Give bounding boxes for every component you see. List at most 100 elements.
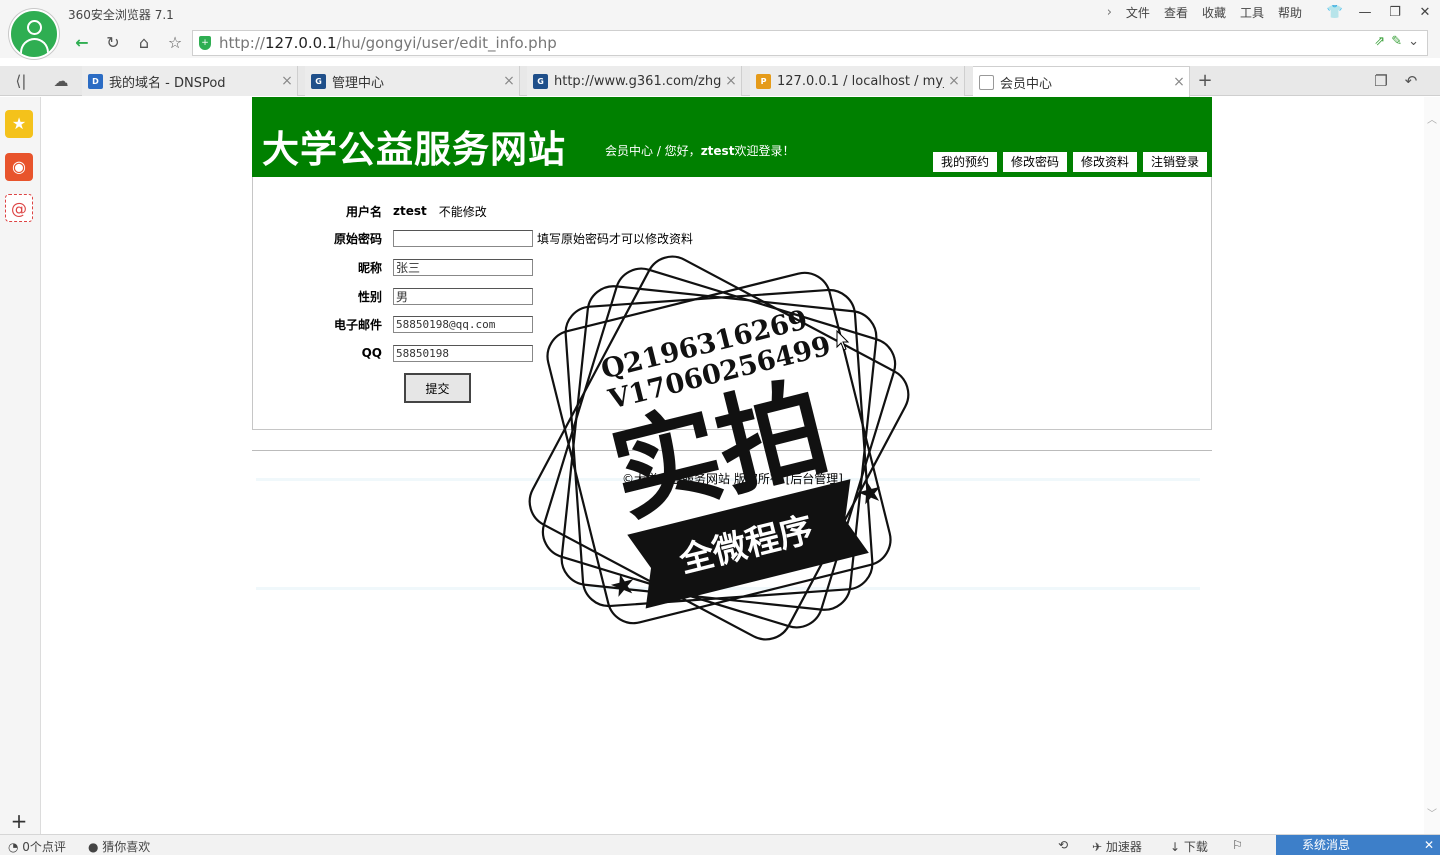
scroll-down-icon[interactable]: ﹀ bbox=[1424, 805, 1440, 820]
user-avatar-icon[interactable] bbox=[9, 9, 59, 59]
logout-link[interactable]: 注销登录 bbox=[1142, 152, 1207, 172]
gender-input[interactable] bbox=[393, 287, 533, 305]
tab-member-center[interactable]: 会员中心 × bbox=[973, 66, 1190, 97]
username-label: 用户名 bbox=[345, 204, 382, 219]
mail-icon[interactable]: @ bbox=[5, 194, 33, 222]
close-tab-icon[interactable]: × bbox=[277, 73, 297, 89]
site-header: 大学公益服务网站 会员中心 / 您好，ztest欢迎登录！ 我的预约 修改密码 … bbox=[252, 97, 1212, 177]
tab-label: 管理中心 bbox=[332, 75, 385, 91]
g361-icon: G bbox=[311, 73, 326, 89]
guess-you-like[interactable]: ● 猜你喜欢 bbox=[88, 838, 150, 855]
weibo-icon[interactable]: ◉ bbox=[5, 153, 33, 181]
close-tab-icon[interactable]: × bbox=[721, 73, 741, 89]
my-reservations-link[interactable]: 我的预约 bbox=[932, 152, 997, 172]
home-icon[interactable]: ⌂ bbox=[131, 31, 157, 55]
chevron-right-icon[interactable]: › bbox=[1107, 5, 1112, 20]
nickname-label: 昵称 bbox=[357, 260, 382, 275]
back-icon[interactable]: ← bbox=[69, 31, 95, 55]
navigation-bar: ← ↻ ⌂ ☆ + http://127.0.0.1/hu/gongyi/use… bbox=[0, 28, 1440, 58]
security-shield-icon: + bbox=[199, 36, 211, 50]
accelerator-button[interactable]: ✈ 加速器 bbox=[1092, 838, 1142, 855]
change-password-link[interactable]: 修改密码 bbox=[1002, 152, 1067, 172]
dnspod-icon: D bbox=[88, 73, 103, 89]
title-bar: 360安全浏览器 7.1 › 文件 查看 收藏 工具 帮助 👕 — ❐ ✕ bbox=[0, 0, 1440, 28]
password-label: 原始密码 bbox=[333, 231, 382, 246]
url-text[interactable]: http://127.0.0.1/hu/gongyi/user/edit_inf… bbox=[219, 34, 557, 52]
tab-phpmyadmin[interactable]: P 127.0.0.1 / localhost / my_gc × bbox=[750, 66, 965, 96]
qq-label: QQ bbox=[361, 346, 382, 360]
submit-button[interactable]: 提交 bbox=[404, 373, 471, 403]
scroll-up-icon[interactable]: ︿ bbox=[1424, 111, 1440, 126]
app-title: 360安全浏览器 7.1 bbox=[68, 8, 174, 22]
flag-icon[interactable]: ⚐ bbox=[1232, 838, 1243, 852]
menu-bar: › 文件 查看 收藏 工具 帮助 👕 — ❐ ✕ bbox=[1107, 0, 1440, 24]
tab-label: 我的域名 - DNSPod bbox=[109, 75, 226, 91]
username-value: ztest bbox=[393, 204, 427, 218]
menu-favorites[interactable]: 收藏 bbox=[1202, 4, 1226, 21]
username-row: 用户名 ztest 不能修改 bbox=[253, 201, 487, 221]
edit-profile-link[interactable]: 修改资料 bbox=[1072, 152, 1137, 172]
email-row: 电子邮件 bbox=[253, 314, 533, 334]
close-tab-icon[interactable]: × bbox=[499, 73, 519, 89]
address-bar[interactable]: + http://127.0.0.1/hu/gongyi/user/edit_i… bbox=[192, 30, 1428, 56]
close-tab-icon[interactable]: × bbox=[944, 73, 964, 89]
password-hint: 填写原始密码才可以修改资料 bbox=[537, 231, 694, 246]
faint-line bbox=[256, 587, 1200, 590]
close-icon[interactable]: ✕ bbox=[1424, 835, 1434, 855]
system-message-label: 系统消息 bbox=[1302, 838, 1351, 852]
email-input[interactable] bbox=[393, 315, 533, 333]
tab-dnspod[interactable]: D 我的域名 - DNSPod × bbox=[82, 66, 298, 96]
qq-input[interactable] bbox=[393, 344, 533, 362]
footer-text: ©大学公益服务网站 版权所有 [后台管理] bbox=[622, 472, 843, 486]
undo-close-icon[interactable]: ↶ bbox=[1398, 66, 1424, 96]
tab-label: 127.0.0.1 / localhost / my_gc bbox=[777, 73, 944, 89]
tab-admin-center[interactable]: G 管理中心 × bbox=[305, 66, 520, 96]
welcome-text: 会员中心 / 您好，ztest欢迎登录！ bbox=[605, 144, 795, 158]
nickname-row: 昵称 bbox=[253, 257, 533, 277]
menu-file[interactable]: 文件 bbox=[1126, 4, 1150, 21]
minimize-button[interactable]: — bbox=[1350, 5, 1380, 20]
maximize-button[interactable]: ❐ bbox=[1380, 5, 1410, 20]
edit-info-form: 用户名 ztest 不能修改 原始密码 填写原始密码才可以修改资料 昵称 性别 … bbox=[252, 177, 1212, 430]
original-password-input[interactable] bbox=[393, 229, 533, 247]
nickname-input[interactable] bbox=[393, 258, 533, 276]
phpmyadmin-icon: P bbox=[756, 73, 771, 89]
add-icon[interactable]: + bbox=[5, 807, 33, 835]
tab-g361[interactable]: G http://www.g361.com/zhgl.p × bbox=[527, 66, 742, 96]
chevron-down-icon[interactable]: ⌄ bbox=[1408, 34, 1419, 49]
mouse-cursor-icon bbox=[836, 330, 850, 351]
status-bar: ◔ 0个点评 ● 猜你喜欢 ⟲ ✈ 加速器 ↓ 下载 ⚐ 系统消息 ✕ bbox=[0, 834, 1440, 855]
ie-mode-icon[interactable]: ⟲ bbox=[1058, 838, 1068, 852]
share-icon[interactable]: ⇗ bbox=[1374, 34, 1385, 49]
email-label: 电子邮件 bbox=[333, 317, 382, 332]
user-nav: 我的预约 修改密码 修改资料 注销登录 bbox=[932, 152, 1207, 172]
qq-row: QQ bbox=[253, 343, 533, 363]
web-page: 大学公益服务网站 会员中心 / 您好，ztest欢迎登录！ 我的预约 修改密码 … bbox=[42, 97, 1424, 834]
favorite-star-icon[interactable]: ☆ bbox=[162, 31, 188, 55]
menu-help[interactable]: 帮助 bbox=[1278, 4, 1302, 21]
close-window-button[interactable]: ✕ bbox=[1410, 5, 1440, 20]
tab-label: http://www.g361.com/zhgl.p bbox=[554, 73, 721, 89]
menu-tools[interactable]: 工具 bbox=[1240, 4, 1264, 21]
username-note: 不能修改 bbox=[438, 204, 487, 219]
new-tab-icon[interactable]: + bbox=[1194, 66, 1216, 96]
skin-icon[interactable]: 👕 bbox=[1320, 5, 1350, 20]
menu-view[interactable]: 查看 bbox=[1164, 4, 1188, 21]
tab-label: 会员中心 bbox=[1000, 76, 1053, 92]
site-title: 大学公益服务网站 bbox=[262, 128, 566, 171]
refresh-icon[interactable]: ↻ bbox=[100, 31, 126, 55]
close-tab-icon[interactable]: × bbox=[1169, 74, 1189, 90]
g361-icon: G bbox=[533, 73, 548, 89]
system-message-popup[interactable]: 系统消息 ✕ bbox=[1276, 835, 1440, 855]
cloud-icon[interactable]: ☁ bbox=[48, 66, 74, 96]
collapse-sidebar-icon[interactable]: ⟨| bbox=[8, 66, 34, 96]
gender-label: 性别 bbox=[357, 289, 382, 304]
password-row: 原始密码 填写原始密码才可以修改资料 bbox=[253, 228, 693, 248]
download-button[interactable]: ↓ 下载 bbox=[1170, 838, 1208, 855]
reviews-status[interactable]: ◔ 0个点评 bbox=[8, 838, 66, 855]
tab-list-icon[interactable]: ❐ bbox=[1368, 66, 1394, 96]
favorites-star-icon[interactable]: ★ bbox=[5, 110, 33, 138]
divider bbox=[252, 450, 1212, 451]
compat-mode-icon[interactable]: ✎ bbox=[1391, 34, 1402, 49]
vertical-scrollbar[interactable]: ︿ ﹀ bbox=[1424, 97, 1440, 834]
